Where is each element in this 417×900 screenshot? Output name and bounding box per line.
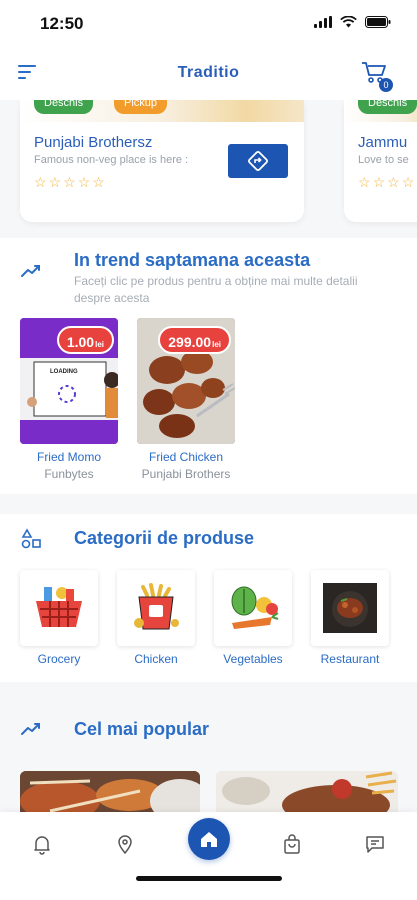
restaurant-card[interactable]: Deschis Pickup Punjabi Brothersz Famous … [20,100,304,222]
popular-item-image[interactable] [20,771,200,815]
status-bar: 12:50 [0,0,417,46]
grocery-basket-icon [36,587,82,627]
cart-count-badge: 0 [379,78,393,92]
chicken-bucket-icon [134,583,179,630]
bell-icon [34,836,50,855]
category-label: Grocery [37,652,81,666]
restaurant-description: Love to se [358,154,409,166]
cart-button[interactable]: 0 [361,60,393,92]
star-icon: ☆ [77,174,91,190]
popular-title: Cel mai popular [74,719,210,739]
restaurant-name: Jammu [358,134,408,151]
price-value: 299.00 [168,334,212,350]
nav-location[interactable] [113,832,137,856]
status-time: 12:50 [40,14,84,33]
category-label: Vegetables [223,652,283,666]
price-badge: 299.00 lei [158,326,231,354]
signal-icon [314,16,332,28]
directions-icon [248,151,268,171]
star-icon: ☆ [372,174,386,190]
categories-title: Categorii de produse [74,528,255,548]
battery-icon [365,16,391,28]
category-label: Chicken [134,652,178,666]
nav-notifications[interactable] [30,832,54,856]
price-currency: lei [212,340,221,349]
bottom-navigation [0,812,417,900]
product-shop: Funbytes [44,467,94,481]
trending-title: In trend saptamana aceasta [74,250,311,270]
rating-stars: ☆ ☆ ☆ ☆ ☆ [34,174,105,191]
chat-icon [366,836,384,853]
food-photo [216,771,398,815]
star-icon: ☆ [401,174,415,190]
price-value: 1.00 [66,334,95,350]
trending-up-icon [21,265,40,277]
star-icon: ☆ [63,174,76,190]
wifi-icon [340,16,357,28]
nav-messages[interactable] [363,832,387,856]
category-grocery[interactable] [20,570,98,646]
price-badge: 1.00 lei [56,326,114,354]
restaurant-dish-icon [323,583,377,633]
app-header: Traditio 0 [0,46,417,100]
star-icon: ☆ [387,174,400,190]
location-pin-icon [118,835,132,855]
category-label: Restaurant [320,652,380,666]
home-indicator [136,876,282,881]
star-icon: ☆ [358,174,371,190]
product-name: Fried Chicken [148,450,224,464]
restaurant-name: Punjabi Brothersz [34,134,153,151]
category-restaurant[interactable] [311,570,389,646]
restaurant-card[interactable]: Deschis Jammu Love to se ☆ ☆ ☆ ☆ [344,100,417,222]
vegetables-icon [231,586,279,629]
home-icon [201,832,217,847]
open-tag: Deschis [34,100,94,114]
restaurant-description: Famous non-veg place is here : [34,154,189,166]
nav-home[interactable] [188,818,230,860]
pickup-tag: Pickup [114,100,168,114]
trending-subtitle: Faceți clic pe produs pentru a obține ma… [74,274,358,305]
star-icon: ☆ [92,174,105,190]
popular-item-image[interactable] [216,771,398,815]
trending-product-card[interactable]: LOADING 1.00 lei [20,318,118,444]
price-currency: lei [95,340,104,349]
loading-text: LOADING [50,369,78,375]
categories-icon [21,528,41,549]
product-shop: Punjabi Brothers [141,467,231,481]
status-icons [314,16,391,28]
restaurants-carousel[interactable]: Deschis Pickup Punjabi Brothersz Famous … [0,100,417,238]
rating-stars: ☆ ☆ ☆ ☆ [358,174,414,191]
shopping-bag-icon [284,834,300,854]
food-photo [20,771,200,815]
category-vegetables[interactable] [214,570,292,646]
directions-button[interactable] [228,144,288,178]
trending-product-card[interactable]: 299.00 lei [137,318,235,444]
nav-orders[interactable] [280,832,304,856]
star-icon: ☆ [48,174,62,190]
app-title: Traditio [177,64,240,81]
trending-up-icon [21,723,40,735]
star-icon: ☆ [34,174,47,190]
product-name: Fried Momo [36,450,101,464]
category-chicken[interactable] [117,570,195,646]
open-tag: Deschis [358,100,417,114]
